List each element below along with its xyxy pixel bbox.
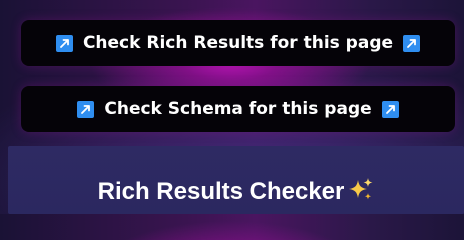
sparkles-icon (349, 178, 373, 200)
arrow-up-right-icon (403, 34, 421, 52)
arrow-up-right-icon (77, 100, 95, 118)
rich-results-checker-title: Rich Results Checker (8, 174, 464, 210)
check-schema-button[interactable]: Check Schema for this page (21, 86, 455, 132)
arrow-up-right-icon (55, 34, 73, 52)
rich-results-checker-title-text: Rich Results Checker (97, 178, 345, 205)
check-schema-label: Check Schema for this page (104, 99, 372, 119)
arrow-up-right-icon (381, 100, 399, 118)
check-rich-results-label: Check Rich Results for this page (82, 33, 394, 53)
check-rich-results-button[interactable]: Check Rich Results for this page (21, 20, 455, 66)
